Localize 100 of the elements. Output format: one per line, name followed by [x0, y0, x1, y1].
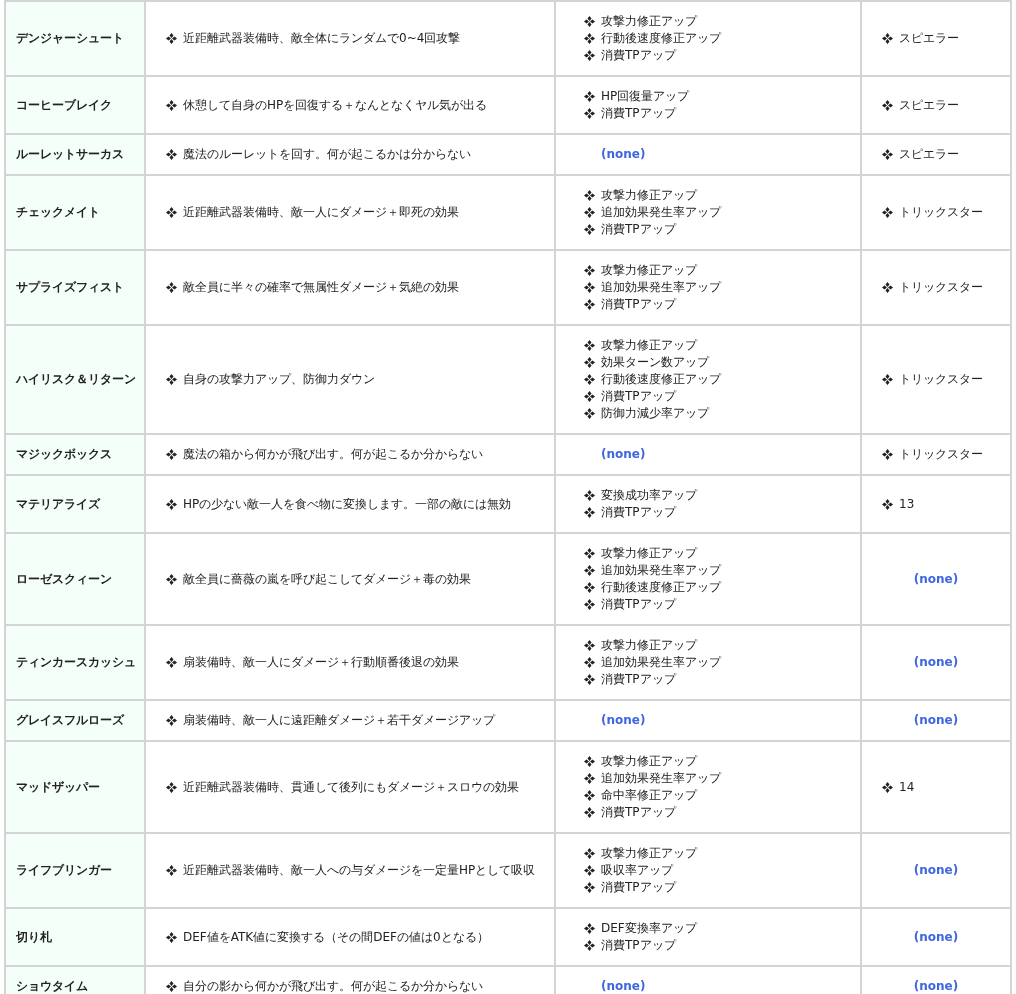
skill-name: デンジャーシュート	[5, 1, 145, 76]
upgrade-item: 吸収率アップ	[601, 862, 673, 879]
upgrade-item: 攻撃力修正アップ	[601, 337, 697, 354]
none-label: (none)	[601, 712, 646, 729]
column-4-item: 13	[899, 495, 915, 513]
bullet-icon	[166, 781, 177, 793]
bullet-icon	[584, 756, 595, 767]
none-label: (none)	[913, 712, 959, 729]
skill-name: マテリアライズ	[5, 475, 145, 533]
bullet-icon	[584, 108, 595, 119]
effect-text: 近距離武器装備時、敵一人にダメージ＋即死の効果	[183, 204, 459, 221]
upgrade-item: 消費TPアップ	[601, 596, 676, 613]
bullet-icon	[166, 498, 177, 510]
bullet-icon	[166, 282, 177, 293]
upgrade-item: 追加効果発生率アップ	[601, 770, 721, 787]
effect-text: 敵全員に半々の確率で無属性ダメージ＋気絶の効果	[183, 279, 459, 296]
none-label: (none)	[601, 978, 646, 994]
effect-text: 魔法の箱から何かが飛び出す。何が起こるか分からない	[183, 446, 483, 463]
bullet-icon	[584, 882, 595, 893]
bullet-icon	[584, 507, 595, 518]
upgrade-item: 消費TPアップ	[601, 879, 676, 896]
upgrade-item: 消費TPアップ	[601, 388, 676, 405]
bullet-icon	[584, 582, 595, 593]
bullet-icon	[584, 548, 595, 559]
bullet-icon	[882, 282, 893, 293]
effect-text: 休憩して自身のHPを回復する＋なんとなくヤル気が出る	[183, 96, 488, 114]
bullet-icon	[166, 715, 177, 726]
skill-name: ティンカースカッシュ	[5, 625, 145, 700]
bullet-icon	[584, 224, 595, 235]
upgrade-item: 攻撃力修正アップ	[601, 187, 697, 204]
column-4-item: スピエラー	[899, 146, 959, 163]
skill-name: チェックメイト	[5, 175, 145, 250]
bullet-icon	[584, 865, 595, 876]
bullet-icon	[584, 374, 595, 385]
bullet-icon	[584, 340, 595, 351]
bullet-icon	[584, 674, 595, 685]
effect-text: 自分の影から何かが飛び出す。何が起こるか分からない	[183, 978, 483, 994]
effect-text: 扇装備時、敵一人にダメージ＋行動順番後退の効果	[183, 654, 459, 671]
column-4-item: 14	[899, 778, 915, 796]
bullet-icon	[584, 657, 595, 668]
bullet-icon	[882, 449, 893, 460]
skill-name: ライフブリンガー	[5, 833, 145, 908]
bullet-icon	[584, 940, 595, 951]
effect-text: 扇装備時、敵一人に遠距離ダメージ＋若干ダメージアップ	[183, 712, 495, 729]
bullet-icon	[584, 16, 595, 27]
bullet-icon	[166, 207, 177, 218]
bullet-icon	[584, 923, 595, 934]
bullet-icon	[166, 149, 177, 160]
bullet-icon	[584, 640, 595, 651]
bullet-icon	[584, 50, 595, 61]
effect-text: 近距離武器装備時、貫通して後列にもダメージ＋スロウの効果	[183, 778, 519, 796]
none-label: (none)	[601, 146, 646, 163]
skill-name: グレイスフルローズ	[5, 700, 145, 741]
none-label: (none)	[601, 446, 646, 463]
none-label: (none)	[913, 928, 959, 946]
upgrade-item: 変換成功率アップ	[601, 487, 697, 504]
upgrade-item: 攻撃力修正アップ	[601, 753, 697, 770]
upgrade-item: 消費TPアップ	[601, 105, 676, 122]
bullet-icon	[584, 408, 595, 419]
skill-name: ルーレットサーカス	[5, 134, 145, 175]
bullet-icon	[166, 981, 177, 992]
bullet-icon	[166, 374, 177, 385]
bullet-icon	[882, 149, 893, 160]
bullet-icon	[584, 33, 595, 44]
skill-name: マジックボックス	[5, 434, 145, 475]
skill-name: 切り札	[5, 908, 145, 966]
bullet-icon	[584, 207, 595, 218]
bullet-icon	[584, 357, 595, 368]
skill-name: ショウタイム	[5, 966, 145, 994]
upgrade-item: 追加効果発生率アップ	[601, 279, 721, 296]
bullet-icon	[882, 374, 893, 385]
bullet-icon	[166, 657, 177, 668]
upgrade-item: 攻撃力修正アップ	[601, 637, 697, 654]
bullet-icon	[584, 265, 595, 276]
bullet-icon	[166, 865, 177, 876]
bullet-icon	[584, 190, 595, 201]
bullet-icon	[584, 565, 595, 576]
column-4-item: トリックスター	[899, 446, 983, 463]
upgrade-item: 追加効果発生率アップ	[601, 562, 721, 579]
bullet-icon	[166, 449, 177, 460]
skill-name: コーヒーブレイク	[5, 76, 145, 134]
bullet-icon	[584, 490, 595, 501]
bullet-icon	[584, 773, 595, 784]
upgrade-item: 行動後速度修正アップ	[601, 579, 721, 596]
effect-text: 敵全員に薔薇の嵐を呼び起こしてダメージ＋毒の効果	[183, 570, 471, 588]
bullet-icon	[166, 99, 177, 111]
effect-text: DEF値をATK値に変換する（その間DEFの値は0となる）	[183, 928, 489, 946]
effect-text: 近距離武器装備時、敵一人への与ダメージを一定量HPとして吸収	[183, 862, 536, 879]
upgrade-item: 消費TPアップ	[601, 937, 676, 954]
effect-text: 近距離武器装備時、敵全体にランダムで0~4回攻撃	[183, 30, 461, 47]
upgrade-item: 消費TPアップ	[601, 47, 676, 64]
skill-name: サプライズフィスト	[5, 250, 145, 325]
none-label: (none)	[913, 570, 959, 588]
bullet-icon	[882, 99, 893, 111]
upgrade-item: 消費TPアップ	[601, 296, 676, 313]
upgrade-item: 追加効果発生率アップ	[601, 654, 721, 671]
bullet-icon	[584, 299, 595, 310]
column-4-item: トリックスター	[899, 279, 983, 296]
effect-text: HPの少ない敵一人を食べ物に変換します。一部の敵には無効	[183, 495, 512, 513]
upgrade-item: 命中率修正アップ	[601, 787, 697, 804]
